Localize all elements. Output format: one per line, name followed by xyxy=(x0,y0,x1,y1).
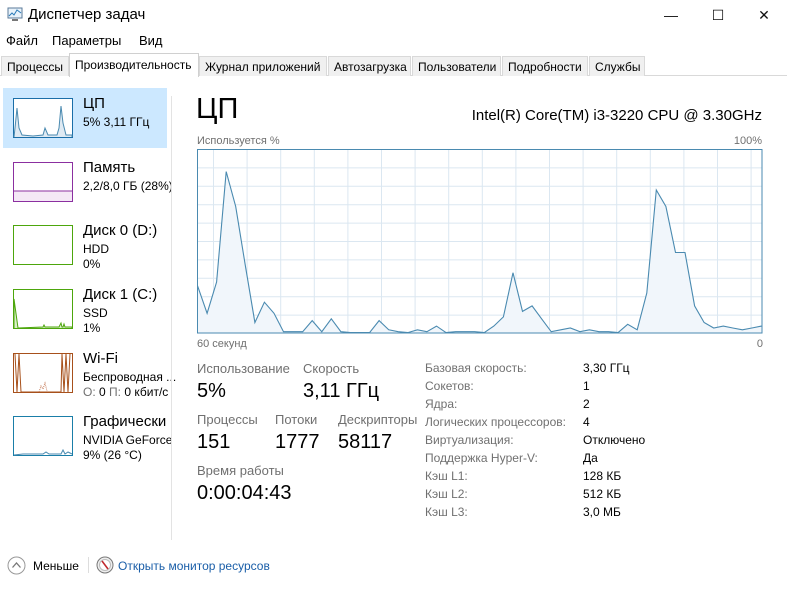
cpu-usage-graph xyxy=(197,149,763,334)
threads-label: Потоки xyxy=(275,412,318,427)
graph-x-start: 60 секунд xyxy=(197,338,247,350)
sidebar-item-cpu[interactable]: ЦП 5% 3,11 ГГц xyxy=(3,88,167,148)
sidebar-item-wifi[interactable]: Wi-Fi Беспроводная ... О: 0 П: 0 кбит/с xyxy=(3,343,176,403)
spec-label: Сокетов: xyxy=(425,379,474,393)
menu-file[interactable]: Файл xyxy=(6,33,38,48)
sidebar-memory-usage: 2,2/8,0 ГБ (28%) xyxy=(83,179,173,193)
spec-value: 3,30 ГГц xyxy=(583,361,630,375)
disk0-thumbnail xyxy=(13,225,73,265)
close-button[interactable]: ✕ xyxy=(741,0,787,30)
open-resource-monitor-link[interactable]: Открыть монитор ресурсов xyxy=(118,559,270,573)
graph-y-label: Используется % xyxy=(197,135,280,147)
spec-value: 3,0 МБ xyxy=(583,505,621,519)
sidebar-wifi-type: Беспроводная ... xyxy=(83,370,177,384)
tab-startup[interactable]: Автозагрузка xyxy=(328,56,411,76)
tab-details[interactable]: Подробности xyxy=(502,56,588,76)
cpu-model: Intel(R) Core(TM) i3-3220 CPU @ 3.30GHz xyxy=(471,107,762,124)
spec-value: 2 xyxy=(583,397,590,411)
handles-label: Дескрипторы xyxy=(338,412,418,427)
spec-label: Виртуализация: xyxy=(425,433,514,447)
handles-value: 58117 xyxy=(338,431,393,453)
uptime-value: 0:00:04:43 xyxy=(197,482,292,504)
sidebar-gpu-model: NVIDIA GeForce xyxy=(83,433,173,447)
tab-bar: Процессы Производительность Журнал прило… xyxy=(0,53,787,77)
usage-label: Использование xyxy=(197,361,290,376)
sidebar-cpu-usage: 5% 3,11 ГГц xyxy=(83,115,150,129)
sidebar-disk0-usage: 0% xyxy=(83,257,101,271)
window-title: Диспетчер задач xyxy=(28,6,146,23)
spec-label: Поддержка Hyper-V: xyxy=(425,451,538,465)
sidebar-item-disk1[interactable]: Диск 1 (C:) SSD 1% xyxy=(3,279,167,339)
page-title: ЦП xyxy=(196,93,239,125)
sidebar-disk1-name: Диск 1 (C:) xyxy=(83,286,158,303)
maximize-button[interactable]: ☐ xyxy=(695,0,741,30)
graph-x-end: 0 xyxy=(756,338,763,350)
memory-thumbnail xyxy=(13,162,73,202)
sidebar-gpu-name: Графически xyxy=(83,413,167,430)
spec-value: 128 КБ xyxy=(583,469,622,483)
task-manager-icon xyxy=(7,7,23,21)
sidebar-disk1-type: SSD xyxy=(83,306,108,320)
resource-monitor-icon xyxy=(96,556,114,574)
spec-value: Отключено xyxy=(583,433,646,447)
spec-label: Кэш L2: xyxy=(425,487,468,501)
threads-value: 1777 xyxy=(275,431,320,453)
footer-divider xyxy=(88,557,89,573)
tab-users[interactable]: Пользователи xyxy=(412,56,501,76)
sidebar-disk0-type: HDD xyxy=(83,242,109,256)
sidebar-memory-name: Память xyxy=(83,159,136,176)
spec-value: Да xyxy=(583,451,598,465)
sidebar-divider xyxy=(171,96,172,540)
sidebar-wifi-name: Wi-Fi xyxy=(83,350,118,367)
spec-label: Кэш L1: xyxy=(425,469,468,483)
gpu-thumbnail xyxy=(13,416,73,456)
sidebar-gpu-usage: 9% (26 °C) xyxy=(83,448,142,462)
usage-value: 5% xyxy=(197,380,226,402)
sidebar-wifi-rate: О: 0 П: 0 кбит/с xyxy=(83,385,169,399)
speed-label: Скорость xyxy=(303,361,360,376)
spec-label: Логических процессоров: xyxy=(425,415,566,429)
tab-performance[interactable]: Производительность xyxy=(69,53,199,77)
menu-view[interactable]: Вид xyxy=(139,33,163,48)
tab-processes[interactable]: Процессы xyxy=(1,56,69,76)
processes-label: Процессы xyxy=(197,412,258,427)
cpu-thumbnail xyxy=(13,98,73,138)
spec-label: Кэш L3: xyxy=(425,505,468,519)
sidebar-cpu-name: ЦП xyxy=(83,95,105,112)
spec-value: 512 КБ xyxy=(583,487,622,501)
spec-value: 1 xyxy=(583,379,590,393)
menu-options[interactable]: Параметры xyxy=(52,33,121,48)
spec-value: 4 xyxy=(583,415,590,429)
fewer-details-button[interactable]: Меньше xyxy=(33,559,79,573)
sidebar-disk0-name: Диск 0 (D:) xyxy=(83,222,158,239)
graph-y-max: 100% xyxy=(733,135,762,147)
sidebar-disk1-usage: 1% xyxy=(83,321,101,335)
disk1-thumbnail xyxy=(13,289,73,329)
uptime-label: Время работы xyxy=(197,463,284,478)
spec-label: Ядра: xyxy=(425,397,458,411)
sidebar-item-memory[interactable]: Память 2,2/8,0 ГБ (28%) xyxy=(3,152,173,212)
wifi-thumbnail xyxy=(13,353,73,393)
tab-services[interactable]: Службы xyxy=(589,56,645,76)
spec-label: Базовая скорость: xyxy=(425,361,527,375)
sidebar-item-disk0[interactable]: Диск 0 (D:) HDD 0% xyxy=(3,215,167,275)
sidebar-item-gpu[interactable]: Графически NVIDIA GeForce 9% (26 °C) xyxy=(3,406,172,466)
tab-app-history[interactable]: Журнал приложений xyxy=(199,56,327,76)
processes-value: 151 xyxy=(197,431,231,453)
speed-value: 3,11 ГГц xyxy=(303,380,380,402)
minimize-button[interactable]: — xyxy=(648,0,694,30)
chevron-up-icon[interactable] xyxy=(7,556,26,575)
